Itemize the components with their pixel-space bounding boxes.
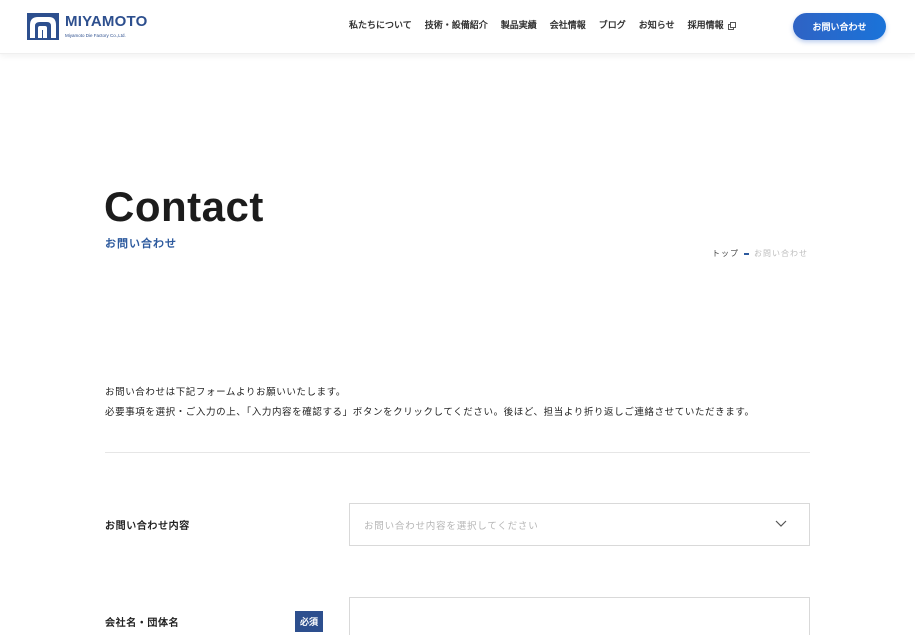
contact-button[interactable]: お問い合わせ xyxy=(793,13,886,40)
inquiry-type-placeholder: お問い合わせ内容を選択してください xyxy=(364,521,539,532)
page-title: Contact xyxy=(104,183,264,230)
logo[interactable]: MIYAMOTO Miyamoto Die Factory Co.,Ltd. xyxy=(27,13,147,40)
main-nav: 私たちについて 技術・設備紹介 製品実績 会社情報 ブログ お知らせ 採用情報 xyxy=(349,19,736,33)
nav-item-company[interactable]: 会社情報 xyxy=(550,19,586,33)
nav-item-recruit[interactable]: 採用情報 xyxy=(688,19,736,33)
chevron-down-icon xyxy=(775,520,787,527)
nav-item-products[interactable]: 製品実績 xyxy=(501,19,537,33)
company-name-label: 会社名・団体名 xyxy=(105,618,180,629)
company-name-input[interactable] xyxy=(349,597,810,635)
nav-item-blog[interactable]: ブログ xyxy=(599,19,626,33)
site-header: MIYAMOTO Miyamoto Die Factory Co.,Ltd. 私… xyxy=(0,0,915,54)
nav-item-technology[interactable]: 技術・設備紹介 xyxy=(425,19,488,33)
breadcrumb-home-link[interactable]: トップ xyxy=(712,248,739,259)
logo-mark-icon xyxy=(27,13,59,40)
logo-name: MIYAMOTO xyxy=(65,13,148,30)
intro-text: お問い合わせは下記フォームよりお願いいたします。 必要事項を選択・ご入力の上、「… xyxy=(105,383,815,423)
divider xyxy=(105,452,810,453)
inquiry-type-select[interactable]: お問い合わせ内容を選択してください xyxy=(349,503,810,546)
breadcrumb-current: お問い合わせ xyxy=(754,249,808,258)
breadcrumb: トップ お問い合わせ xyxy=(712,248,808,259)
external-link-icon xyxy=(727,22,736,30)
page-subtitle: お問い合わせ xyxy=(105,237,177,250)
intro-line-2: 必要事項を選択・ご入力の上、「入力内容を確認する」ボタンをクリックしてください。… xyxy=(105,407,755,418)
inquiry-type-label: お問い合わせ内容 xyxy=(105,521,190,532)
nav-item-news[interactable]: お知らせ xyxy=(639,19,675,33)
breadcrumb-separator xyxy=(744,252,749,255)
nav-item-about[interactable]: 私たちについて xyxy=(349,19,412,33)
intro-line-1: お問い合わせは下記フォームよりお願いいたします。 xyxy=(105,387,346,398)
required-badge: 必須 xyxy=(295,611,323,632)
logo-subtitle: Miyamoto Die Factory Co.,Ltd. xyxy=(65,33,126,38)
